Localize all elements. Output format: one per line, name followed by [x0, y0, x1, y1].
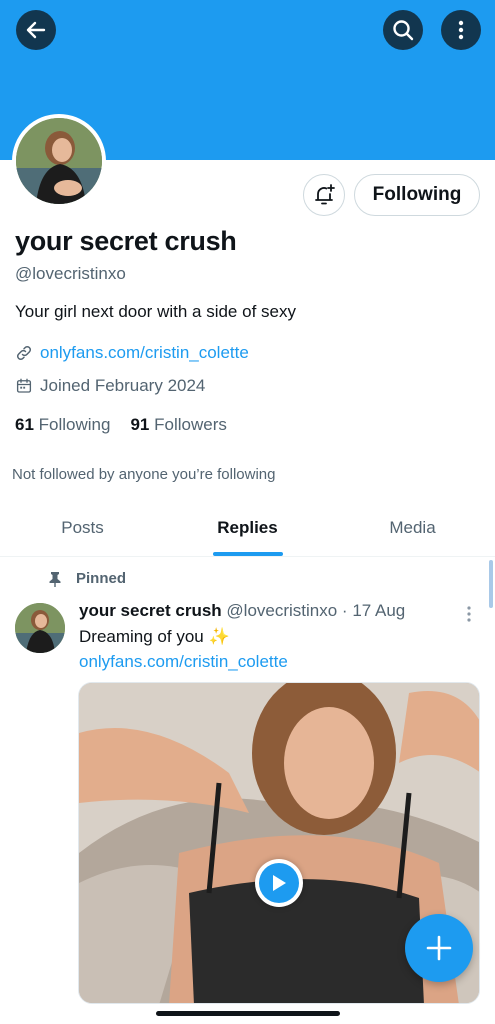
profile-stats: 61 Following 91 Followers — [15, 415, 247, 435]
following-stat[interactable]: 61 Following — [15, 415, 110, 435]
tab-media-label: Media — [389, 518, 436, 537]
avatar-photo — [15, 603, 65, 653]
post-author-handle[interactable]: @lovecristinxo · 17 Aug — [226, 601, 405, 620]
notification-button[interactable] — [303, 174, 345, 216]
back-button[interactable] — [16, 10, 56, 50]
play-button[interactable] — [255, 859, 303, 907]
following-button[interactable]: Following — [354, 174, 480, 216]
more-vertical-icon — [467, 606, 471, 622]
profile-display-name: your secret crush — [15, 226, 237, 256]
tab-replies-label: Replies — [217, 518, 278, 537]
link-icon — [16, 345, 32, 361]
followers-label: Followers — [154, 415, 227, 434]
post-avatar[interactable] — [15, 603, 65, 653]
profile-website-link[interactable]: onlyfans.com/cristin_colette — [40, 343, 249, 363]
profile-website[interactable]: onlyfans.com/cristin_colette — [15, 343, 249, 363]
not-followed-notice: Not followed by anyone you’re following — [12, 466, 276, 483]
search-button[interactable] — [383, 10, 423, 50]
post-author-name[interactable]: your secret crush — [79, 601, 222, 620]
profile-tabs: Posts Replies Media — [0, 500, 495, 557]
tab-media[interactable]: Media — [330, 500, 495, 556]
play-icon — [273, 875, 286, 891]
tab-replies[interactable]: Replies — [165, 500, 330, 556]
scrollbar[interactable] — [489, 560, 493, 608]
profile-joined: Joined February 2024 — [15, 376, 205, 396]
pinned-indicator: Pinned — [48, 570, 126, 587]
pin-icon — [49, 571, 61, 587]
profile-handle: @lovecristinxo — [15, 264, 126, 283]
profile-avatar[interactable] — [12, 114, 106, 208]
play-button-inner — [259, 863, 299, 903]
pinned-label: Pinned — [76, 570, 127, 587]
compose-button[interactable] — [405, 914, 473, 982]
avatar-photo — [16, 118, 102, 204]
calendar-icon — [16, 378, 32, 393]
more-button[interactable] — [441, 10, 481, 50]
active-tab-indicator — [212, 552, 283, 556]
arrow-left-icon — [26, 21, 46, 39]
followers-stat[interactable]: 91 Followers — [130, 415, 226, 435]
home-indicator[interactable] — [156, 1011, 340, 1016]
tab-posts[interactable]: Posts — [0, 500, 165, 556]
post-header: your secret crush @lovecristinxo · 17 Au… — [79, 601, 405, 621]
post-more-button[interactable] — [462, 605, 476, 623]
followers-count: 91 — [130, 415, 150, 434]
post-link[interactable]: onlyfans.com/cristin_colette — [79, 652, 288, 672]
post-text: Dreaming of you ✨ — [79, 627, 230, 646]
more-vertical-icon — [458, 20, 464, 40]
tab-posts-label: Posts — [61, 518, 104, 537]
plus-icon — [426, 935, 452, 961]
profile-bio: Your girl next door with a side of sexy — [15, 302, 296, 321]
search-icon — [393, 20, 414, 41]
following-count: 61 — [15, 415, 34, 434]
bell-plus-icon — [315, 184, 335, 205]
profile-joined-text: Joined February 2024 — [40, 376, 206, 395]
following-label: Following — [38, 415, 111, 434]
